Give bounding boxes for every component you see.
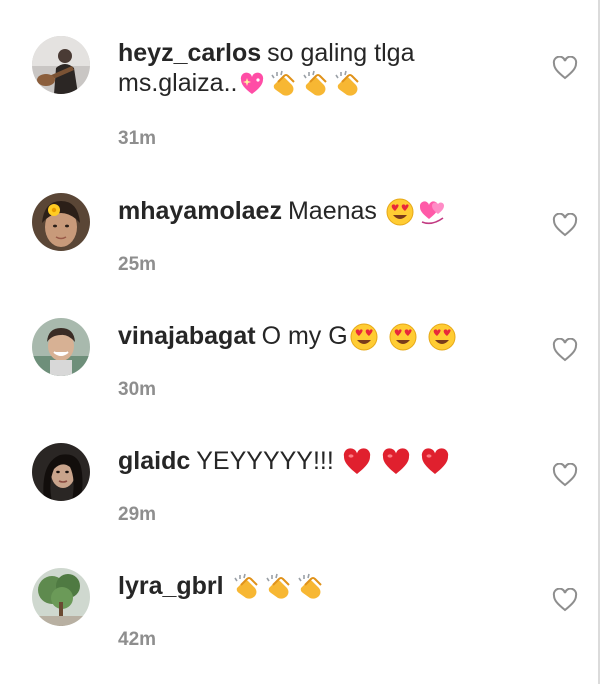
avatar[interactable] [32, 193, 90, 251]
like-heart-icon[interactable] [552, 338, 578, 362]
comment-timestamp[interactable]: 25m [118, 254, 156, 276]
red-heart-icon [342, 447, 372, 477]
clap-icon [263, 572, 293, 602]
like-heart-icon[interactable] [552, 588, 578, 612]
avatar[interactable] [32, 443, 90, 501]
comment-text: mhayamolaez Maenas [118, 196, 538, 227]
comment-body: YEYYYYY!!! [196, 447, 334, 475]
heart-eyes-icon [349, 322, 379, 352]
red-heart-icon [420, 447, 450, 477]
comment-body: Maenas [287, 197, 377, 225]
avatar[interactable] [32, 568, 90, 626]
comment-username[interactable]: glaidc [118, 447, 190, 475]
comment-text: glaidc YEYYYYY!!! [118, 446, 538, 477]
like-heart-icon[interactable] [552, 56, 578, 80]
like-heart-icon[interactable] [552, 213, 578, 237]
comment-username[interactable]: vinajabagat [118, 322, 256, 350]
clap-icon [231, 572, 261, 602]
clap-icon [295, 572, 325, 602]
heart-eyes-icon [427, 322, 457, 352]
heart-eyes-icon [388, 322, 418, 352]
comment-timestamp[interactable]: 42m [118, 629, 156, 651]
clap-icon [300, 69, 330, 99]
red-heart-icon [381, 447, 411, 477]
clap-icon [268, 69, 298, 99]
comment-username[interactable]: mhayamolaez [118, 197, 282, 225]
comment-timestamp[interactable]: 31m [118, 128, 156, 150]
comment-timestamp[interactable]: 30m [118, 379, 156, 401]
comment-body: O my G [261, 322, 348, 350]
like-heart-icon[interactable] [552, 463, 578, 487]
revolving-hearts-icon [417, 197, 447, 227]
heart-eyes-icon [385, 197, 415, 227]
comment-text: heyz_carlos so galing tlga ms.glaiza.. [118, 38, 538, 99]
sparkling-heart-icon [238, 70, 266, 98]
comment-text: lyra_gbrl [118, 571, 538, 602]
comment-username[interactable]: heyz_carlos [118, 39, 261, 67]
comment-timestamp[interactable]: 29m [118, 504, 156, 526]
comment-username[interactable]: lyra_gbrl [118, 572, 224, 600]
clap-icon [332, 69, 362, 99]
avatar[interactable] [32, 318, 90, 376]
avatar[interactable] [32, 36, 90, 94]
comment-text: vinajabagat O my G [118, 321, 538, 352]
